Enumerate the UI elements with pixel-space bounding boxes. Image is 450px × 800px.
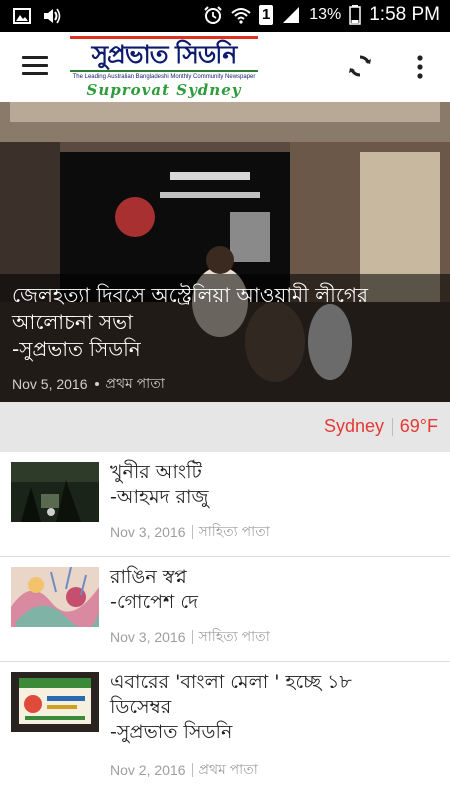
featured-article[interactable]: জেলহত্যা দিবসে অস্ট্রেলিয়া আওয়ামী লীগে… xyxy=(0,102,450,402)
article-meta: Nov 3, 2016 সাহিত্য পাতা xyxy=(110,520,270,544)
menu-button[interactable] xyxy=(22,56,48,78)
weather-bar: Sydney 69°F xyxy=(0,402,450,452)
app-bar: সুপ্রভাত সিডনি The Leading Australian Ba… xyxy=(0,32,450,102)
battery-percent: 13% xyxy=(309,6,342,23)
refresh-button[interactable] xyxy=(346,52,374,80)
signal-icon xyxy=(283,7,300,23)
volume-icon xyxy=(44,8,61,24)
overflow-menu-button[interactable] xyxy=(408,52,432,82)
article-title: এবারের 'বাংলা মেলা ' হচ্ছে ১৮ ডিসেম্বর -… xyxy=(110,671,352,743)
article-meta: Nov 3, 2016 সাহিত্য পাতা xyxy=(110,625,270,649)
gallery-icon xyxy=(13,8,31,24)
featured-article-category: প্রথম পাতা xyxy=(105,375,165,391)
article-meta: Nov 2, 2016 প্রথম পাতা xyxy=(110,758,258,782)
article-date: Nov 3, 2016 xyxy=(110,629,186,645)
list-item[interactable]: এবারের 'বাংলা মেলা ' হচ্ছে ১৮ ডিসেম্বর -… xyxy=(0,662,450,794)
status-bar: 1 13% 1:58 PM xyxy=(0,0,450,32)
article-category: সাহিত্য পাতা xyxy=(198,523,270,539)
featured-article-date: Nov 5, 2016 xyxy=(12,376,88,392)
article-title: খুনীর আংটি -আহমদ রাজু xyxy=(110,461,209,508)
article-thumbnail xyxy=(11,462,99,522)
app-logo: সুপ্রভাত সিডনি The Leading Australian Ba… xyxy=(70,36,258,100)
article-date: Nov 2, 2016 xyxy=(110,762,186,778)
menu-icon xyxy=(22,56,48,75)
article-category: প্রথম পাতা xyxy=(198,761,258,777)
article-thumbnail xyxy=(11,672,99,732)
article-category: সাহিত্য পাতা xyxy=(198,628,270,644)
alarm-icon xyxy=(204,6,222,24)
featured-article-meta: Nov 5, 2016 প্রথম পাতা xyxy=(12,372,165,396)
refresh-icon xyxy=(349,55,371,77)
list-item[interactable]: খুনীর আংটি -আহমদ রাজু Nov 3, 2016 সাহিত্… xyxy=(0,452,450,557)
wifi-icon xyxy=(231,8,251,24)
article-thumbnail xyxy=(11,567,99,627)
article-title: রাঙিন স্বপ্ন -গোপেশ দে xyxy=(110,566,199,613)
weather-temperature: 69°F xyxy=(399,416,438,436)
featured-article-title: জেলহত্যা দিবসে অস্ট্রেলিয়া আওয়ামী লীগে… xyxy=(12,283,369,361)
battery-icon xyxy=(349,5,361,25)
list-item[interactable]: রাঙিন স্বপ্ন -গোপেশ দে Nov 3, 2016 সাহিত… xyxy=(0,557,450,662)
clock: 1:58 PM xyxy=(369,4,440,25)
article-list: খুনীর আংটি -আহমদ রাজু Nov 3, 2016 সাহিত্… xyxy=(0,452,450,794)
weather-city: Sydney xyxy=(323,416,384,436)
logo-bangla-text: সুপ্রভাত সিডনি xyxy=(91,40,238,69)
logo-tagline: The Leading Australian Bangladeshi Month… xyxy=(72,74,256,80)
more-vert-icon xyxy=(417,55,423,79)
article-date: Nov 3, 2016 xyxy=(110,524,186,540)
logo-english-text: Suprovat Sydney xyxy=(86,81,242,99)
sim-badge: 1 xyxy=(259,5,274,25)
